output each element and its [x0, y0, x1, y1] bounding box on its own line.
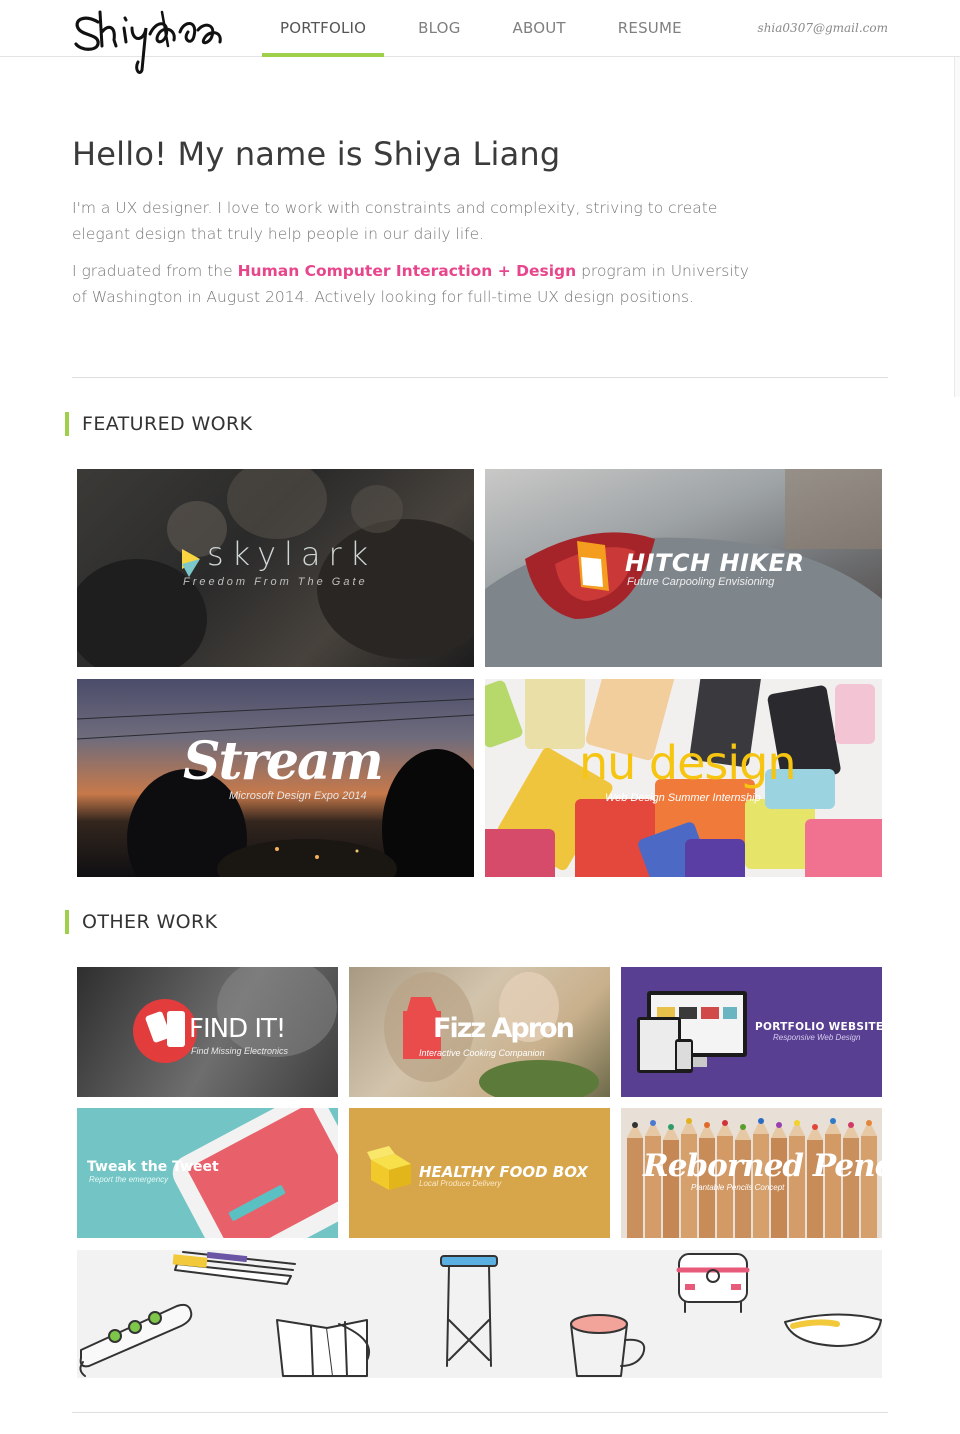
- stool-illustration: [440, 1255, 498, 1367]
- project-tile-fizz-apron[interactable]: Fizz Apron Interactive Cooking Companion: [349, 967, 610, 1097]
- reborned-pencil-subtitle: Plantable Pencils Concept: [691, 1183, 785, 1192]
- van-illustration: [676, 1253, 750, 1313]
- intro-section: Hello! My name is Shiya Liang I'm a UX d…: [72, 135, 752, 321]
- stream-title: Stream: [183, 731, 384, 792]
- portfolio-website-title: PORTFOLIO WEBSITE: [755, 1021, 882, 1033]
- intro-text-before: I graduated from the: [72, 262, 238, 280]
- skylark-subtitle: Freedom From The Gate: [183, 576, 368, 588]
- mug-illustration: [570, 1314, 646, 1377]
- illustrations-banner[interactable]: [77, 1250, 882, 1378]
- nu-design-title: nu design: [579, 736, 797, 790]
- fizz-apron-title: Fizz Apron: [433, 1013, 575, 1044]
- page-title: Hello! My name is Shiya Liang: [72, 135, 561, 173]
- intro-paragraph-1: I'm a UX designer. I love to work with c…: [72, 199, 718, 243]
- program-link[interactable]: Human Computer Interaction + Design: [238, 262, 577, 280]
- nav-resume[interactable]: RESUME: [600, 0, 700, 57]
- contact-email[interactable]: shia0307@gmail.com: [758, 21, 888, 35]
- scrollbar[interactable]: [954, 57, 960, 397]
- portfolio-website-subtitle: Responsive Web Design: [773, 1033, 861, 1042]
- project-tile-stream[interactable]: Stream Microsoft Design Expo 2014: [77, 679, 474, 877]
- nav-about[interactable]: ABOUT: [495, 0, 584, 57]
- skylark-title: skylark: [207, 535, 377, 573]
- tweak-the-tweet-subtitle: Report the emergency: [89, 1175, 169, 1184]
- project-tile-hitch-hiker[interactable]: HITCH HIKER Future Carpooling Envisionin…: [485, 469, 882, 667]
- find-it-subtitle: Find Missing Electronics: [191, 1046, 289, 1056]
- find-it-title: FIND IT!: [189, 1014, 286, 1044]
- fizz-apron-subtitle: Interactive Cooking Companion: [419, 1048, 545, 1058]
- bowl-illustration: [784, 1313, 882, 1347]
- project-tile-healthy-food-box[interactable]: HEALTHY FOOD BOX Local Produce Delivery: [349, 1108, 610, 1238]
- project-tile-skylark[interactable]: skylark Freedom From The Gate: [77, 469, 474, 667]
- markers-illustration: [172, 1251, 296, 1285]
- hitch-hiker-subtitle: Future Carpooling Envisioning: [627, 576, 775, 588]
- project-tile-find-it[interactable]: FIND IT! Find Missing Electronics: [77, 967, 338, 1097]
- nav-portfolio[interactable]: PORTFOLIO: [262, 0, 385, 57]
- project-tile-portfolio-website[interactable]: PORTFOLIO WEBSITE Responsive Web Design: [621, 967, 882, 1097]
- notebook-illustration: [276, 1319, 370, 1377]
- project-tile-nu-design[interactable]: nu design Web Design Summer Internship: [485, 679, 882, 877]
- featured-work-heading: FEATURED WORK: [65, 412, 252, 436]
- stream-subtitle: Microsoft Design Expo 2014: [229, 790, 367, 802]
- intro-paragraph-2: I graduated from the Human Computer Inte…: [72, 258, 752, 310]
- power-strip-illustration: [79, 1303, 193, 1377]
- footer-divider: [72, 1412, 888, 1413]
- healthy-food-box-subtitle: Local Produce Delivery: [419, 1179, 502, 1188]
- main-nav: PORTFOLIO BLOG ABOUT RESUME: [262, 0, 716, 57]
- nav-blog[interactable]: BLOG: [400, 0, 478, 57]
- other-work-heading: OTHER WORK: [65, 910, 218, 934]
- nu-design-subtitle: Web Design Summer Internship: [605, 792, 761, 804]
- tweak-the-tweet-title: Tweak the Tweet: [87, 1159, 219, 1175]
- top-navigation-bar: PORTFOLIO BLOG ABOUT RESUME shia0307@gma…: [0, 0, 960, 74]
- section-divider: [72, 377, 888, 378]
- project-tile-tweak-the-tweet[interactable]: Tweak the Tweet Report the emergency: [77, 1108, 338, 1238]
- reborned-pencil-title: Reborned Pencil: [643, 1148, 882, 1184]
- hitch-hiker-title: HITCH HIKER: [625, 549, 805, 577]
- project-tile-reborned-pencil[interactable]: Reborned Pencil Plantable Pencils Concep…: [621, 1108, 882, 1238]
- signature-logo[interactable]: [70, 6, 225, 74]
